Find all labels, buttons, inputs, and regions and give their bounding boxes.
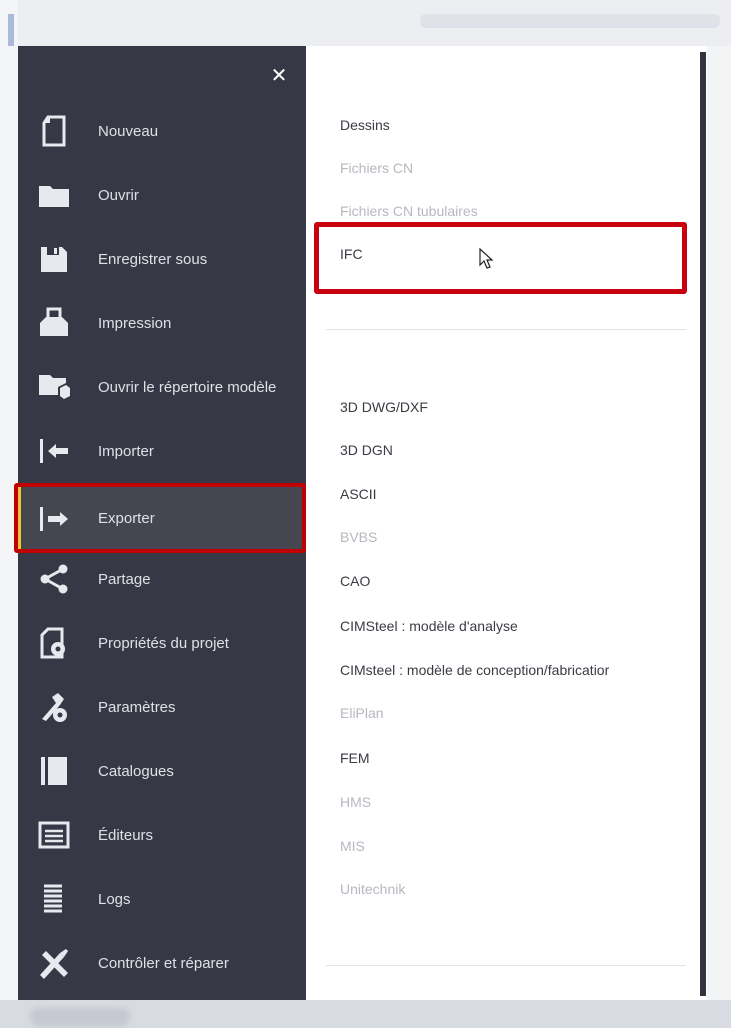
menu-item-nouveau[interactable]: Nouveau — [18, 99, 306, 163]
right-gutter — [707, 46, 731, 1000]
menu-item-label: Ouvrir — [98, 186, 139, 204]
new-file-icon — [42, 115, 66, 147]
menu-item-catalogues[interactable]: Catalogues — [18, 739, 306, 803]
submenu-divider — [326, 965, 686, 966]
menu-item-label: Partage — [98, 570, 151, 588]
menu-item-label: Nouveau — [98, 122, 159, 140]
export-option-fichiers-cn[interactable]: Fichiers CN — [340, 160, 413, 176]
menu-item-label: Importer — [98, 442, 154, 460]
export-option-3d-dwg-dxf[interactable]: 3D DWG/DXF — [340, 399, 428, 415]
settings-icon — [42, 693, 67, 722]
catalog-icon — [41, 757, 67, 785]
logs-icon — [44, 884, 62, 913]
close-menu-button[interactable]: ✕ — [264, 62, 294, 90]
menu-item-label: Paramètres — [98, 698, 176, 716]
model-folder-icon — [39, 375, 72, 401]
menu-item-parametres[interactable]: Paramètres — [18, 675, 306, 739]
menu-item-label: Propriétés du projet — [98, 634, 229, 652]
menu-item-logs[interactable]: Logs — [18, 867, 306, 931]
menu-item-editeurs[interactable]: Éditeurs — [18, 803, 306, 867]
export-option-eliplan[interactable]: EliPlan — [340, 705, 384, 721]
export-option-cimsteel-conception[interactable]: CIMsteel : modèle de conception/fabricat… — [340, 662, 683, 678]
blurred-footer-content — [30, 1008, 130, 1026]
menu-item-ouvrir[interactable]: Ouvrir — [18, 163, 306, 227]
project-properties-icon — [40, 627, 65, 659]
menu-item-label: Impression — [98, 314, 172, 332]
export-highlight-box — [14, 483, 306, 553]
menu-item-label: Catalogues — [98, 762, 174, 780]
menu-item-impression[interactable]: Impression — [18, 291, 306, 355]
editors-icon — [38, 821, 70, 849]
import-icon — [40, 439, 68, 463]
export-option-cimsteel-analyse[interactable]: CIMSteel : modèle d'analyse — [340, 618, 518, 634]
ifc-highlight-box — [314, 222, 687, 294]
menu-item-enregistrer-sous[interactable]: Enregistrer sous — [18, 227, 306, 291]
menu-item-label: Enregistrer sous — [98, 250, 208, 268]
export-option-hms[interactable]: HMS — [340, 794, 371, 810]
export-option-fem[interactable]: FEM — [340, 750, 370, 766]
export-option-cao[interactable]: CAO — [340, 573, 370, 589]
folder-icon — [39, 186, 69, 207]
menu-item-label: Ouvrir le répertoire modèle — [98, 378, 277, 396]
export-option-bvbs[interactable]: BVBS — [340, 529, 377, 545]
export-option-unitechnik[interactable]: Unitechnik — [340, 881, 405, 897]
menu-item-controler-reparer[interactable]: Contrôler et réparer — [18, 931, 306, 995]
panel-scrollbar[interactable] — [700, 52, 706, 996]
menu-item-label: Contrôler et réparer — [98, 954, 229, 972]
mouse-cursor-icon — [479, 248, 494, 269]
repair-icon — [40, 949, 68, 979]
print-icon — [40, 307, 68, 336]
share-icon — [40, 564, 68, 594]
blurred-window-title — [420, 14, 720, 28]
export-option-fichiers-cn-tubulaires[interactable]: Fichiers CN tubulaires — [340, 203, 478, 219]
export-option-dessins[interactable]: Dessins — [340, 117, 390, 133]
save-icon — [41, 247, 67, 272]
background-accent — [8, 14, 14, 46]
menu-item-ouvrir-repertoire-modele[interactable]: Ouvrir le répertoire modèle — [18, 355, 306, 419]
menu-item-partage[interactable]: Partage — [18, 547, 306, 611]
export-option-3d-dgn[interactable]: 3D DGN — [340, 442, 393, 458]
menu-item-label: Logs — [98, 890, 131, 908]
menu-item-proprietes-projet[interactable]: Propriétés du projet — [18, 611, 306, 675]
export-option-ascii[interactable]: ASCII — [340, 486, 377, 502]
export-option-mis[interactable]: MIS — [340, 838, 365, 854]
menu-item-label: Éditeurs — [98, 826, 154, 844]
menu-item-importer[interactable]: Importer — [18, 419, 306, 483]
submenu-divider — [326, 329, 686, 330]
